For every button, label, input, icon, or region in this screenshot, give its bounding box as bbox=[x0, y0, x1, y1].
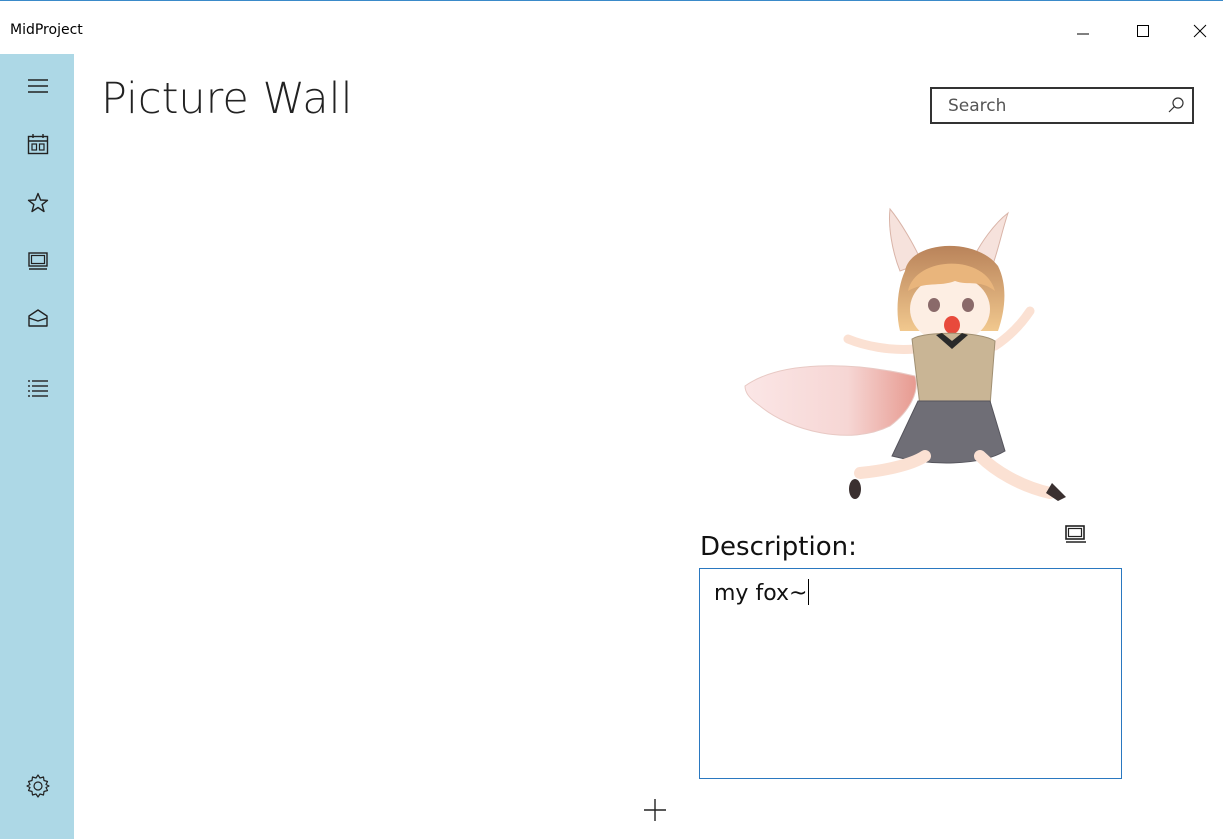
title-bar: MidProject bbox=[0, 1, 1223, 53]
search-input[interactable] bbox=[932, 89, 1178, 122]
settings-icon bbox=[26, 774, 50, 798]
sidebar-item-favorites[interactable] bbox=[20, 185, 56, 221]
search-button[interactable] bbox=[1166, 95, 1186, 115]
search-box bbox=[930, 87, 1194, 124]
app-title: MidProject bbox=[10, 22, 83, 38]
slideshow-icon bbox=[28, 252, 48, 270]
app-window: MidProject Picture Wall Search Descripti… bbox=[0, 0, 1223, 839]
search-icon bbox=[1168, 97, 1184, 113]
sidebar-item-calendar[interactable] bbox=[20, 126, 56, 162]
list-icon bbox=[28, 380, 48, 397]
description-value: my fox~ bbox=[714, 581, 808, 606]
description-textbox[interactable]: my fox~ bbox=[699, 568, 1122, 779]
mail-open-icon bbox=[28, 309, 48, 327]
sidebar-item-slideshow[interactable] bbox=[20, 243, 56, 279]
fox-girl-picture[interactable] bbox=[740, 201, 1070, 506]
sidebar bbox=[0, 54, 74, 839]
close-icon bbox=[1193, 24, 1207, 38]
star-icon bbox=[27, 192, 49, 213]
text-caret bbox=[808, 579, 810, 605]
sidebar-item-mail[interactable] bbox=[20, 300, 56, 336]
maximize-button[interactable] bbox=[1120, 9, 1166, 53]
minimize-icon bbox=[1077, 33, 1089, 35]
hamburger-menu-icon bbox=[28, 79, 48, 93]
sidebar-item-list[interactable] bbox=[20, 370, 56, 406]
plus-icon bbox=[644, 799, 666, 821]
settings-button[interactable] bbox=[20, 768, 56, 804]
add-button[interactable] bbox=[640, 795, 670, 825]
maximize-icon bbox=[1137, 25, 1149, 37]
close-button[interactable] bbox=[1177, 9, 1223, 53]
calendar-icon bbox=[27, 134, 49, 155]
description-text: my fox~ bbox=[714, 579, 810, 606]
minimize-button[interactable] bbox=[1060, 9, 1106, 53]
description-label: Description: bbox=[700, 532, 857, 562]
page-title: Picture Wall bbox=[101, 74, 353, 124]
slideshow-icon[interactable] bbox=[1064, 524, 1088, 544]
hamburger-menu-button[interactable] bbox=[20, 68, 56, 104]
